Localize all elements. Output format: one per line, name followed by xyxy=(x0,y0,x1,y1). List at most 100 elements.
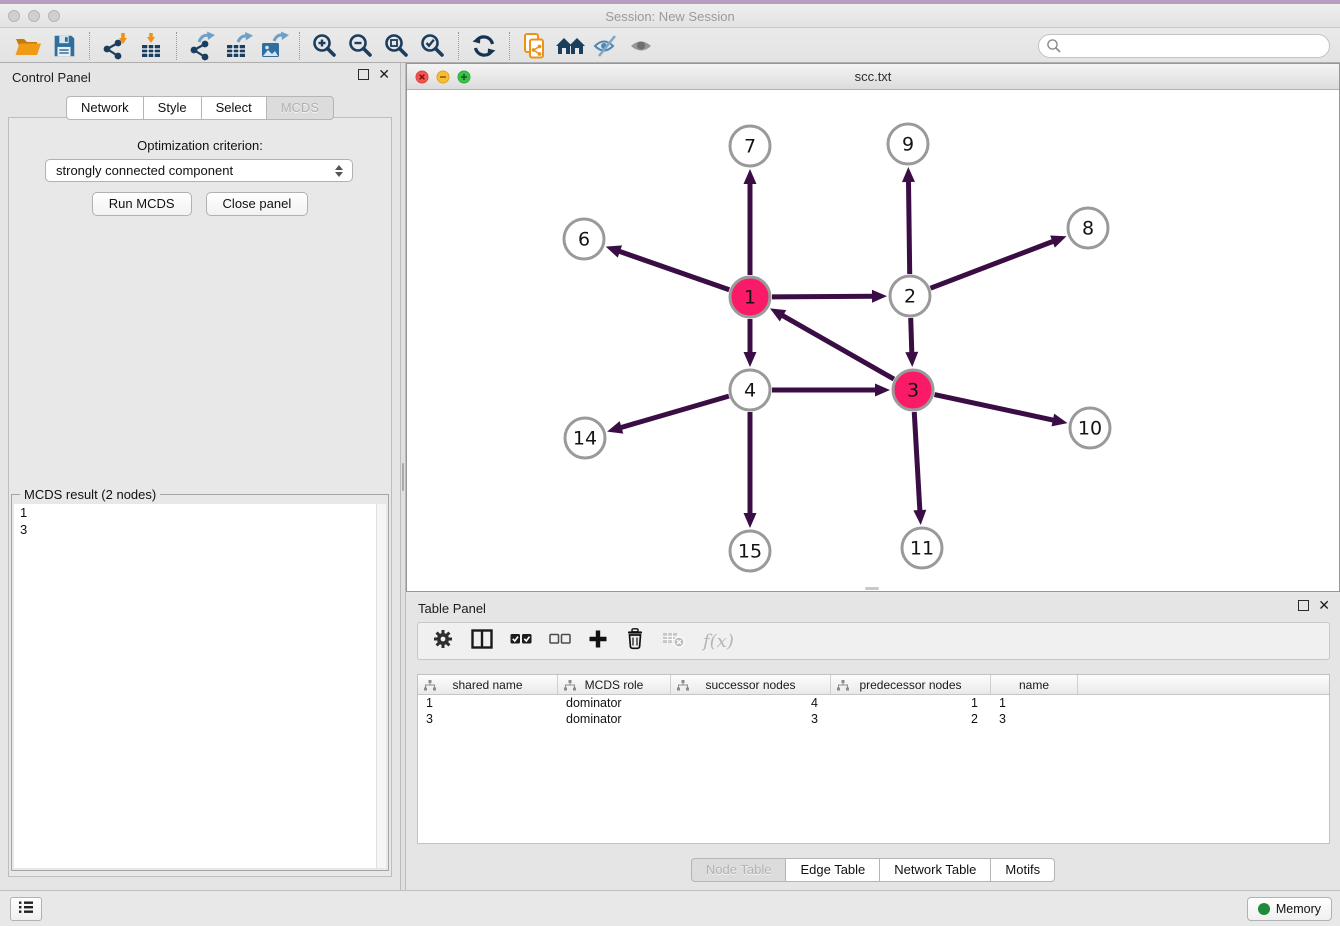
export-image-icon xyxy=(259,31,289,61)
graph-node-2[interactable]: 2 xyxy=(890,276,930,316)
graph-node-label: 3 xyxy=(907,380,919,402)
function-builder-button-disabled: f(x) xyxy=(703,631,734,652)
column-header-predecessor-nodes[interactable]: predecessor nodes xyxy=(831,675,991,694)
graph-edge-3-10[interactable] xyxy=(935,395,1056,421)
network-graph[interactable]: 1 2 3 4 6 7 8 9 10 11 14 15 xyxy=(407,90,1339,591)
zoom-selected-button[interactable] xyxy=(415,30,451,62)
graph-node-label: 11 xyxy=(910,538,934,560)
graph-node-label: 6 xyxy=(578,229,590,251)
zoom-selected-icon xyxy=(418,31,448,61)
zoom-fit-button[interactable] xyxy=(379,30,415,62)
tab-mcds[interactable]: MCDS xyxy=(266,96,334,120)
save-session-button[interactable] xyxy=(46,30,82,62)
graph-node-8[interactable]: 8 xyxy=(1068,208,1108,248)
result-scrollbar[interactable] xyxy=(376,504,386,868)
export-image-button[interactable] xyxy=(256,30,292,62)
column-label: name xyxy=(1019,678,1049,692)
graph-node-label: 9 xyxy=(902,134,914,156)
gear-icon xyxy=(432,628,454,655)
tab-style[interactable]: Style xyxy=(143,96,201,120)
window-resize-grip[interactable] xyxy=(865,587,879,590)
graph-arrowhead xyxy=(1051,414,1067,427)
save-icon xyxy=(50,32,78,60)
search-input[interactable] xyxy=(1038,34,1330,58)
graph-node-11[interactable]: 11 xyxy=(902,528,942,568)
graph-node-1[interactable]: 1 xyxy=(730,277,770,317)
graph-edge-2-3[interactable] xyxy=(911,318,912,355)
unselect-all-columns-button[interactable] xyxy=(549,632,571,651)
export-table-button[interactable] xyxy=(220,30,256,62)
export-network-button[interactable] xyxy=(184,30,220,62)
graph-node-3[interactable]: 3 xyxy=(893,370,933,410)
column-label: shared name xyxy=(452,678,522,692)
zoom-out-button[interactable] xyxy=(343,30,379,62)
graph-node-10[interactable]: 10 xyxy=(1070,408,1110,448)
table-settings-button[interactable] xyxy=(432,628,454,655)
window-title: Session: New Session xyxy=(0,9,1340,24)
graph-edge-1-6[interactable] xyxy=(617,251,729,290)
tab-select[interactable]: Select xyxy=(201,96,266,120)
close-panel-button[interactable]: Close panel xyxy=(206,192,309,216)
graph-arrowhead xyxy=(744,513,757,528)
import-network-button[interactable] xyxy=(97,30,133,62)
graph-edge-4-14[interactable] xyxy=(619,396,729,428)
table-row[interactable]: 3dominator323 xyxy=(418,711,1329,727)
graph-arrowhead xyxy=(607,421,623,433)
task-history-button[interactable] xyxy=(10,897,42,921)
graph-node-15[interactable]: 15 xyxy=(730,531,770,571)
network-overview-button[interactable] xyxy=(553,30,589,62)
import-table-button[interactable] xyxy=(133,30,169,62)
graph-node-7[interactable]: 7 xyxy=(730,126,770,166)
search-field-container xyxy=(1038,34,1330,58)
hide-graphics-button[interactable] xyxy=(589,30,625,62)
graph-edge-3-11[interactable] xyxy=(914,412,920,513)
tab-network[interactable]: Network xyxy=(66,96,143,120)
column-header-shared-name[interactable]: shared name xyxy=(418,675,558,694)
graph-node-6[interactable]: 6 xyxy=(564,219,604,259)
create-column-button[interactable] xyxy=(588,629,608,654)
close-panel-icon[interactable]: ✕ xyxy=(378,69,390,80)
close-table-panel-icon[interactable]: ✕ xyxy=(1318,600,1330,611)
show-columns-button[interactable] xyxy=(471,629,493,654)
graph-edge-1-2[interactable] xyxy=(772,296,875,297)
column-type-icon xyxy=(564,680,576,694)
table-tab-node-table[interactable]: Node Table xyxy=(691,858,786,882)
table-tab-edge-table[interactable]: Edge Table xyxy=(785,858,879,882)
table-row[interactable]: 1dominator411 xyxy=(418,695,1329,711)
graph-arrowhead xyxy=(606,245,622,257)
graph-node-4[interactable]: 4 xyxy=(730,370,770,410)
node-table-header: shared name MCDS rolesuccessor nodesprede… xyxy=(418,675,1329,695)
table-cell: dominator xyxy=(558,711,671,727)
apply-layout-button[interactable] xyxy=(466,30,502,62)
clone-network-button[interactable] xyxy=(517,30,553,62)
column-header-successor-nodes[interactable]: successor nodes xyxy=(671,675,831,694)
graph-edge-2-9[interactable] xyxy=(908,179,909,274)
toolbar-separator xyxy=(509,32,510,60)
trash-icon xyxy=(625,628,645,655)
zoom-in-button[interactable] xyxy=(307,30,343,62)
graph-node-9[interactable]: 9 xyxy=(888,124,928,164)
optimization-criterion-label: Optimization criterion: xyxy=(9,138,391,153)
show-graphics-button[interactable] xyxy=(625,30,661,62)
table-tab-network-table[interactable]: Network Table xyxy=(879,858,990,882)
search-icon xyxy=(1046,38,1062,59)
run-mcds-button[interactable]: Run MCDS xyxy=(92,192,192,216)
delete-columns-button[interactable] xyxy=(625,628,645,655)
column-header-name[interactable]: name xyxy=(991,675,1078,694)
memory-button[interactable]: Memory xyxy=(1247,897,1332,921)
graph-edge-3-1[interactable] xyxy=(780,314,893,379)
graph-edge-2-8[interactable] xyxy=(931,240,1056,288)
select-all-columns-button[interactable] xyxy=(510,632,532,651)
table-cell: 1 xyxy=(991,695,1078,711)
network-window-title: scc.txt xyxy=(407,69,1339,84)
column-header-mcds-role[interactable]: MCDS role xyxy=(558,675,671,694)
float-panel-icon[interactable] xyxy=(358,69,369,80)
open-file-button[interactable] xyxy=(10,30,46,62)
table-tab-motifs[interactable]: Motifs xyxy=(990,858,1055,882)
graph-node-14[interactable]: 14 xyxy=(565,418,605,458)
optimization-criterion-dropdown[interactable]: strongly connected component xyxy=(45,159,353,182)
float-table-panel-icon[interactable] xyxy=(1298,600,1309,611)
checked-boxes-icon xyxy=(510,632,532,651)
export-network-icon xyxy=(187,31,217,61)
network-canvas[interactable]: 1 2 3 4 6 7 8 9 10 11 14 15 xyxy=(407,90,1339,591)
